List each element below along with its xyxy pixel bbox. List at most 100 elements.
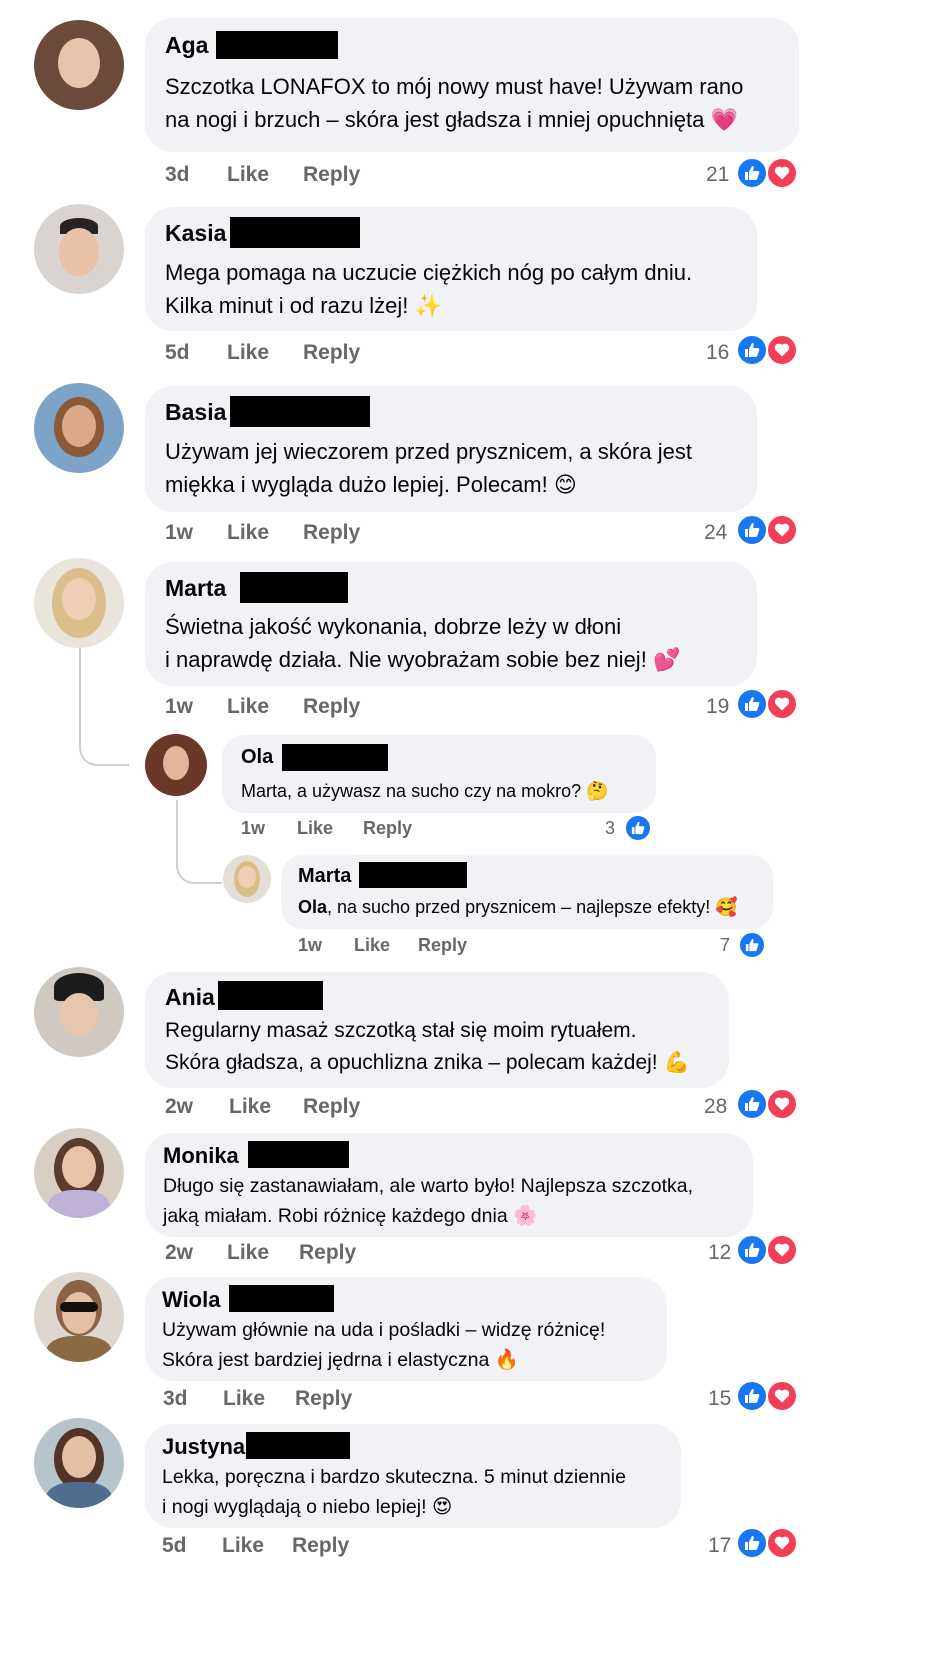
reply-button[interactable]: Reply <box>299 1241 356 1265</box>
comment-time[interactable]: 1w <box>165 695 193 719</box>
comment-time[interactable]: 1w <box>165 521 193 545</box>
reaction-count[interactable]: 21 <box>706 163 729 187</box>
comment-text: Używam głównie na uda i pośladki – widzę… <box>162 1319 606 1372</box>
redacted-surname <box>230 396 370 427</box>
thumbs-up-icon[interactable] <box>736 334 768 366</box>
thumbs-up-icon[interactable] <box>736 514 768 546</box>
redacted-surname <box>282 744 388 771</box>
author-name[interactable]: Kasia <box>165 220 226 247</box>
avatar[interactable] <box>34 204 124 294</box>
reaction-count[interactable]: 19 <box>706 695 729 719</box>
reaction-count[interactable]: 16 <box>706 341 729 365</box>
comment-text: Długo się zastanawiałam, ale warto było!… <box>163 1175 693 1228</box>
like-button[interactable]: Like <box>227 1241 269 1265</box>
reply-button[interactable]: Reply <box>303 1095 360 1119</box>
like-button[interactable]: Like <box>227 521 269 545</box>
reply-button[interactable]: Reply <box>303 521 360 545</box>
heart-icon[interactable] <box>766 1380 798 1412</box>
redacted-surname <box>230 217 360 248</box>
redacted-surname <box>229 1285 334 1312</box>
author-name[interactable]: Marta <box>165 575 226 602</box>
reaction-count[interactable]: 24 <box>704 521 727 545</box>
comment-text: Mega pomaga na uczucie ciężkich nóg po c… <box>165 260 693 319</box>
thumbs-up-icon[interactable] <box>738 931 766 959</box>
redacted-surname <box>246 1432 350 1459</box>
author-name[interactable]: Ola <box>241 746 273 769</box>
comment-time[interactable]: 2w <box>165 1241 193 1265</box>
reaction-count[interactable]: 17 <box>708 1534 731 1558</box>
thumbs-up-icon[interactable] <box>736 1380 768 1412</box>
author-name[interactable]: Basia <box>165 399 226 426</box>
reaction-count[interactable]: 12 <box>708 1241 731 1265</box>
author-name[interactable]: Wiola <box>162 1287 220 1313</box>
comment-time[interactable]: 3d <box>165 163 190 187</box>
like-button[interactable]: Like <box>227 163 269 187</box>
comment-time[interactable]: 5d <box>165 341 190 365</box>
avatar[interactable] <box>34 383 124 473</box>
author-name[interactable]: Ania <box>165 984 215 1011</box>
author-name[interactable]: Marta <box>298 865 351 888</box>
thumbs-up-icon[interactable] <box>736 688 768 720</box>
thumbs-up-icon[interactable] <box>736 1527 768 1559</box>
redacted-surname <box>359 862 467 888</box>
thumbs-up-icon[interactable] <box>736 1088 768 1120</box>
comment-text: Świetna jakość wykonania, dobrze leży w … <box>165 614 681 673</box>
comment-text: Marta, a używasz na sucho czy na mokro? … <box>241 781 609 802</box>
mention-link[interactable]: Ola <box>298 897 327 917</box>
thumbs-up-icon[interactable] <box>736 1234 768 1266</box>
heart-icon[interactable] <box>766 514 798 546</box>
like-button[interactable]: Like <box>354 935 390 956</box>
like-button[interactable]: Like <box>222 1534 264 1558</box>
heart-icon[interactable] <box>766 1234 798 1266</box>
heart-icon[interactable] <box>766 1527 798 1559</box>
redacted-surname <box>240 572 348 603</box>
comment-text: Lekka, poręczna i bardzo skuteczna. 5 mi… <box>162 1466 626 1519</box>
avatar[interactable] <box>34 20 124 110</box>
avatar[interactable] <box>223 855 271 903</box>
avatar[interactable] <box>34 558 124 648</box>
comment-time[interactable]: 2w <box>165 1095 193 1119</box>
redacted-surname <box>218 981 323 1010</box>
reply-button[interactable]: Reply <box>295 1387 352 1411</box>
thumbs-up-icon[interactable] <box>736 157 768 189</box>
author-name[interactable]: Monika <box>163 1143 239 1169</box>
like-button[interactable]: Like <box>229 1095 271 1119</box>
redacted-surname <box>216 31 338 59</box>
comment-time[interactable]: 1w <box>298 935 322 956</box>
reaction-count[interactable]: 3 <box>605 818 615 839</box>
avatar[interactable] <box>145 734 207 796</box>
comment-text: Regularny masaż szczotką stał się moim r… <box>165 1019 690 1074</box>
reply-button[interactable]: Reply <box>303 341 360 365</box>
avatar[interactable] <box>34 1128 124 1218</box>
heart-icon[interactable] <box>766 334 798 366</box>
comment-time[interactable]: 3d <box>163 1387 188 1411</box>
heart-icon[interactable] <box>766 1088 798 1120</box>
reply-button[interactable]: Reply <box>303 163 360 187</box>
reply-button[interactable]: Reply <box>418 935 467 956</box>
thread-connector <box>176 800 222 884</box>
comment-time[interactable]: 1w <box>241 818 265 839</box>
reaction-count[interactable]: 15 <box>708 1387 731 1411</box>
thumbs-up-icon[interactable] <box>624 814 652 842</box>
comment-text: Używam jej wieczorem przed prysznicem, a… <box>165 439 692 498</box>
like-button[interactable]: Like <box>297 818 333 839</box>
avatar[interactable] <box>34 1418 124 1508</box>
reply-button[interactable]: Reply <box>363 818 412 839</box>
author-name[interactable]: Aga <box>165 32 208 59</box>
like-button[interactable]: Like <box>227 341 269 365</box>
like-button[interactable]: Like <box>223 1387 265 1411</box>
heart-icon[interactable] <box>766 688 798 720</box>
comment-time[interactable]: 5d <box>162 1534 187 1558</box>
avatar[interactable] <box>34 967 124 1057</box>
comment-text: Ola, na sucho przed prysznicem – najleps… <box>298 897 738 918</box>
author-name[interactable]: Justyna <box>162 1434 245 1460</box>
reaction-count[interactable]: 28 <box>704 1095 727 1119</box>
avatar[interactable] <box>34 1272 124 1362</box>
heart-icon[interactable] <box>766 157 798 189</box>
comment-text: Szczotka LONAFOX to mój nowy must have! … <box>165 74 744 133</box>
reply-button[interactable]: Reply <box>303 695 360 719</box>
thread-connector <box>79 648 129 766</box>
reaction-count[interactable]: 7 <box>720 935 730 956</box>
reply-button[interactable]: Reply <box>292 1534 349 1558</box>
like-button[interactable]: Like <box>227 695 269 719</box>
